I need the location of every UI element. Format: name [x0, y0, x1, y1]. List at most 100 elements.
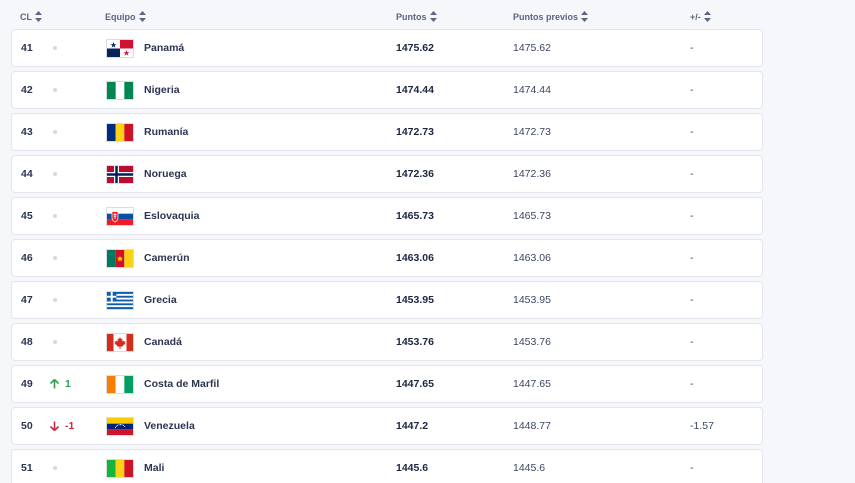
rank-cell: 46: [21, 252, 33, 264]
no-change-dot-icon: [53, 256, 57, 260]
diff-cell: -: [690, 168, 694, 180]
team-name[interactable]: Venezuela: [144, 408, 195, 444]
team-name[interactable]: Panamá: [144, 30, 184, 66]
prev-points-header-label: Puntos previos: [513, 11, 579, 22]
trend-cell: [50, 114, 57, 150]
sort-rank-header[interactable]: CL: [20, 11, 42, 22]
flag-cell: [106, 30, 134, 66]
points-cell: 1463.06: [396, 252, 434, 264]
sort-icon: [703, 11, 711, 22]
diff-cell: -1.57: [690, 420, 714, 432]
table-row[interactable]: 49 1 Costa de Marfil 1447.65 1447.65 -: [11, 365, 763, 403]
no-change-dot-icon: [53, 46, 57, 50]
prev-points-cell: 1448.77: [513, 420, 551, 432]
sort-icon: [35, 11, 42, 22]
panama-flag-icon: [106, 38, 134, 58]
table-row[interactable]: 45 Eslovaquia 1465.73 1465.73 -: [11, 197, 763, 235]
diff-cell: -: [690, 126, 694, 138]
greece-flag-icon: [106, 290, 134, 310]
points-cell: 1447.2: [396, 420, 429, 432]
table-row[interactable]: 44 Noruega 1472.36 1472.36 -: [11, 155, 763, 193]
ranking-page: CL Equipo Puntos Puntos previos +/- 41 P…: [0, 0, 855, 483]
flag-cell: [106, 324, 134, 360]
sort-prev-points-header[interactable]: Puntos previos: [513, 11, 589, 22]
no-change-dot-icon: [53, 130, 57, 134]
trend-cell: [50, 72, 57, 108]
team-name[interactable]: Canadá: [144, 324, 182, 360]
trend-cell: [50, 240, 57, 276]
table-row[interactable]: 48 Canadá 1453.76 1453.76 -: [11, 323, 763, 361]
arrow-up-icon: [50, 379, 59, 389]
trend-cell: 1: [50, 366, 71, 402]
team-name[interactable]: Camerún: [144, 240, 190, 276]
points-cell: 1472.36: [396, 168, 434, 180]
flag-cell: [106, 114, 134, 150]
team-name[interactable]: Eslovaquia: [144, 198, 199, 234]
diff-cell: -: [690, 42, 694, 54]
team-name[interactable]: Nigeria: [144, 72, 180, 108]
table-row[interactable]: 42 Nigeria 1474.44 1474.44 -: [11, 71, 763, 109]
team-name[interactable]: Mali: [144, 450, 164, 483]
arrow-down-icon: [50, 421, 59, 431]
venezuela-flag-icon: [106, 416, 134, 436]
rank-cell: 47: [21, 294, 33, 306]
trend-cell: [50, 30, 57, 66]
prev-points-cell: 1445.6: [513, 462, 546, 474]
trend-cell: [50, 324, 57, 360]
prev-points-cell: 1463.06: [513, 252, 551, 264]
table-row[interactable]: 43 Rumanía 1472.73 1472.73 -: [11, 113, 763, 151]
no-change-dot-icon: [53, 298, 57, 302]
rank-cell: 51: [21, 462, 33, 474]
trend-up-indicator: 1: [50, 378, 71, 390]
diff-cell: -: [690, 336, 694, 348]
diff-cell: -: [690, 84, 694, 96]
table-row[interactable]: 47 Grecia 1453.95 1453.95 -: [11, 281, 763, 319]
norway-flag-icon: [106, 164, 134, 184]
diff-cell: -: [690, 462, 694, 474]
table-row[interactable]: 50 -1 Venezuela 1447.2 1448.77 -1.57: [11, 407, 763, 445]
flag-cell: [106, 366, 134, 402]
team-name[interactable]: Grecia: [144, 282, 177, 318]
prev-points-cell: 1453.76: [513, 336, 551, 348]
trend-cell: -1: [50, 408, 74, 444]
points-cell: 1447.65: [396, 378, 434, 390]
trend-cell: [50, 282, 57, 318]
sort-icon: [138, 11, 146, 22]
prev-points-cell: 1472.73: [513, 126, 551, 138]
sort-team-header[interactable]: Equipo: [105, 11, 146, 22]
canada-flag-icon: [106, 332, 134, 352]
flag-cell: [106, 282, 134, 318]
points-cell: 1453.76: [396, 336, 434, 348]
prev-points-cell: 1474.44: [513, 84, 551, 96]
points-header-label: Puntos: [396, 11, 427, 22]
sort-icon: [429, 11, 437, 22]
points-cell: 1472.73: [396, 126, 434, 138]
team-name[interactable]: Costa de Marfil: [144, 366, 219, 402]
prev-points-cell: 1475.62: [513, 42, 551, 54]
rank-cell: 41: [21, 42, 33, 54]
flag-cell: [106, 240, 134, 276]
flag-cell: [106, 156, 134, 192]
prev-points-cell: 1465.73: [513, 210, 551, 222]
ivory-coast-flag-icon: [106, 374, 134, 394]
points-cell: 1445.6: [396, 462, 429, 474]
prev-points-cell: 1472.36: [513, 168, 551, 180]
team-name[interactable]: Rumanía: [144, 114, 188, 150]
romania-flag-icon: [106, 122, 134, 142]
table-row[interactable]: 51 Mali 1445.6 1445.6 -: [11, 449, 763, 483]
team-name[interactable]: Noruega: [144, 156, 187, 192]
diff-cell: -: [690, 210, 694, 222]
sort-points-header[interactable]: Puntos: [396, 11, 437, 22]
sort-icon: [581, 11, 589, 22]
no-change-dot-icon: [53, 88, 57, 92]
points-cell: 1453.95: [396, 294, 434, 306]
points-cell: 1465.73: [396, 210, 434, 222]
sort-diff-header[interactable]: +/-: [690, 11, 711, 22]
table-row[interactable]: 41 Panamá 1475.62 1475.62 -: [11, 29, 763, 67]
no-change-dot-icon: [53, 466, 57, 470]
nigeria-flag-icon: [106, 80, 134, 100]
rank-header-label: CL: [20, 11, 32, 22]
rank-cell: 45: [21, 210, 33, 222]
table-row[interactable]: 46 Camerún 1463.06 1463.06 -: [11, 239, 763, 277]
rank-cell: 50: [21, 420, 33, 432]
